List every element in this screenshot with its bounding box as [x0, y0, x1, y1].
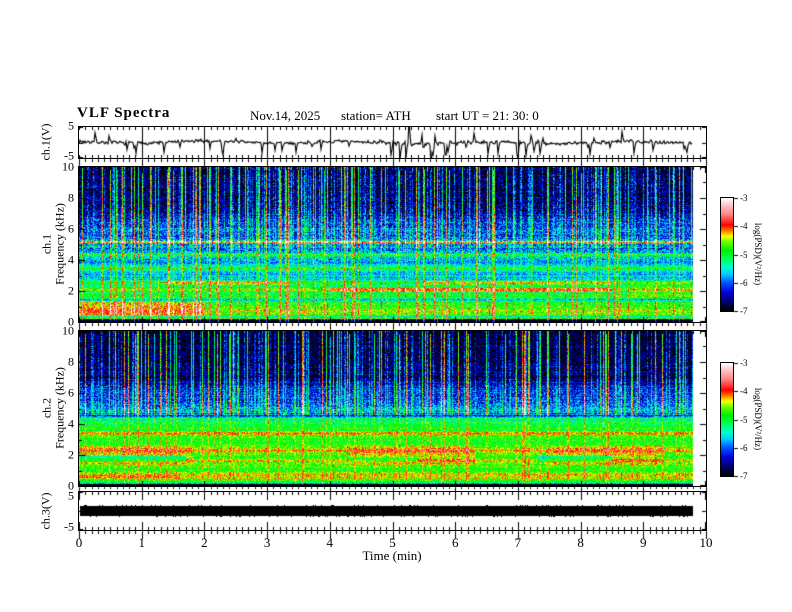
x-tick-label: 3: [263, 535, 271, 550]
colorbar-tick-label: -3: [740, 358, 748, 368]
colorbar-tick-label: -3: [740, 193, 748, 203]
colorbar-tick-label: -7: [740, 306, 748, 316]
y-tick-label: 10: [62, 159, 74, 174]
colorbar-tick-label: -6: [740, 442, 748, 453]
x-tick-label: 9: [640, 535, 647, 550]
y-tick-label: 5: [68, 118, 74, 133]
y-tick-label: 2: [68, 283, 74, 298]
y-tick-label: 6: [68, 221, 74, 236]
colorbar-tick-label: -5: [740, 414, 748, 425]
colorbar-tick-label: -6: [740, 277, 748, 288]
x-tick-label: 7: [514, 535, 522, 550]
x-tick-label: 0: [75, 535, 83, 550]
y-tick-label: 8: [68, 190, 74, 205]
x-tick-label: 2: [201, 535, 208, 550]
axes-ticks-overlay: [0, 0, 792, 612]
x-tick-label: 8: [577, 535, 584, 550]
y-tick-label: 0: [68, 478, 74, 493]
vlf-spectra-figure: VLF Spectra Nov.14, 2025 station= ATH st…: [0, 0, 792, 612]
x-tick-label: 4: [326, 535, 334, 550]
y-tick-label: 4: [68, 416, 74, 431]
colorbar-tick-label: -7: [740, 471, 748, 481]
colorbar-tick-label: -4: [740, 386, 748, 397]
y-tick-label: 2: [68, 447, 74, 462]
y-tick-label: 10: [62, 323, 74, 338]
x-tick-label: 6: [451, 535, 459, 550]
colorbar-tick-label: -4: [740, 221, 748, 232]
x-tick-label: 10: [699, 535, 713, 550]
y-tick-label: 4: [68, 252, 74, 267]
x-tick-label: 5: [389, 535, 396, 550]
y-tick-label: -5: [64, 519, 74, 534]
x-tick-label: 1: [138, 535, 145, 550]
colorbar-tick-label: -5: [740, 249, 748, 260]
y-tick-label: 6: [68, 385, 74, 400]
y-tick-label: 8: [68, 354, 74, 369]
